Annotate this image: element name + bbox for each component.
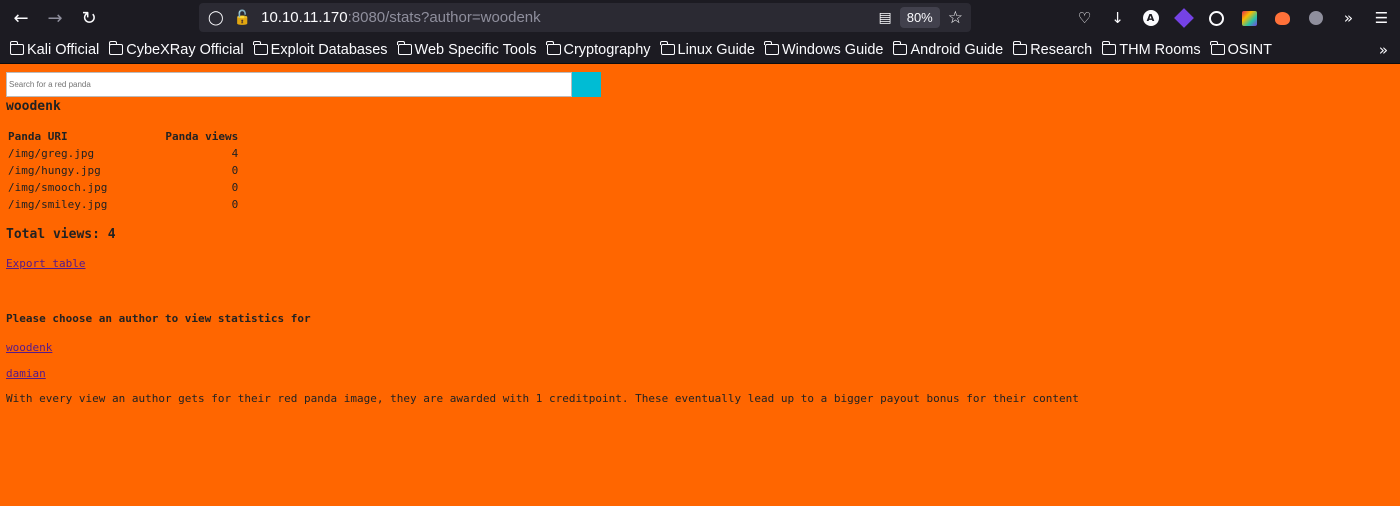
bookmarks-overflow-icon[interactable]: » <box>1379 36 1388 64</box>
bookmark-label: Web Specific Tools <box>414 41 537 58</box>
back-icon[interactable]: ← <box>4 0 38 36</box>
table-row: /img/hungy.jpg 0 <box>6 162 240 179</box>
extension-bug-icon[interactable] <box>1299 0 1332 36</box>
search-form <box>6 72 601 97</box>
bookmark-item[interactable]: OSINT <box>1210 41 1272 58</box>
folder-icon <box>253 41 268 55</box>
bookmark-label: Android Guide <box>910 41 1004 58</box>
table-row: /img/smiley.jpg 0 <box>6 196 240 213</box>
bookmark-label: Research <box>1030 41 1093 58</box>
lock-icon[interactable]: 🔓 <box>234 10 251 26</box>
folder-icon <box>1101 41 1117 55</box>
table-row: /img/smooch.jpg 0 <box>6 179 240 196</box>
overflow-chevron-icon[interactable]: » <box>1332 0 1365 36</box>
foxyproxy-icon[interactable] <box>1266 0 1299 36</box>
stats-table: Panda URI Panda views /img/greg.jpg 4 /i… <box>6 128 240 213</box>
export-table-link[interactable]: Export table <box>6 257 85 270</box>
forward-icon[interactable]: → <box>38 0 72 36</box>
bookmark-item[interactable]: Exploit Databases <box>253 41 388 58</box>
bookmark-item[interactable]: Windows Guide <box>764 41 884 58</box>
search-input[interactable] <box>6 72 572 97</box>
folder-icon <box>660 41 675 55</box>
bookmark-label: CybeXRay Official <box>126 41 244 58</box>
column-header-uri: Panda URI <box>8 130 68 143</box>
panda-uri: /img/smiley.jpg <box>8 198 108 211</box>
bookmark-item[interactable]: Web Specific Tools <box>397 41 537 58</box>
bookmark-item[interactable]: THM Rooms <box>1101 41 1201 58</box>
panda-views: 0 <box>231 181 239 194</box>
author-link-woodenk[interactable]: woodenk <box>6 341 52 354</box>
folder-icon <box>764 41 779 55</box>
url-path: :8080/stats?author=woodenk <box>347 9 541 26</box>
bookmark-item[interactable]: Kali Official <box>9 41 100 58</box>
reload-icon[interactable]: ↻ <box>72 0 106 36</box>
bookmark-item[interactable]: Android Guide <box>892 41 1004 58</box>
url-text[interactable]: 10.10.11.170:8080/stats?author=woodenk <box>261 9 541 26</box>
bookmark-label: THM Rooms <box>1119 41 1201 58</box>
zoom-level[interactable]: 80% <box>899 7 940 28</box>
folder-icon <box>1210 41 1225 55</box>
pocket-icon[interactable]: ♡ <box>1068 0 1101 36</box>
folder-icon <box>546 41 561 55</box>
panda-uri: /img/hungy.jpg <box>8 164 101 177</box>
reader-icon[interactable]: ▤ <box>878 10 891 26</box>
column-header-views: Panda views <box>165 130 239 143</box>
star-icon[interactable]: ☆ <box>948 8 963 28</box>
download-icon[interactable]: ↓ <box>1101 0 1134 36</box>
panda-uri: /img/greg.jpg <box>8 147 95 160</box>
bookmark-label: Exploit Databases <box>270 41 388 58</box>
bookmark-item[interactable]: Research <box>1012 41 1093 58</box>
bookmark-label: Kali Official <box>27 41 100 58</box>
total-views: Total views: 4 <box>6 227 116 242</box>
folder-icon <box>9 41 24 55</box>
panda-views: 0 <box>231 164 239 177</box>
shield-icon[interactable]: ◯ <box>208 10 224 26</box>
bookmarks-bar: Kali Official CybeXRay Official Exploit Da… <box>0 36 1400 64</box>
bookmark-item[interactable]: CybeXRay Official <box>108 41 244 58</box>
choose-author-heading: Please choose an author to view statisti… <box>6 312 311 325</box>
color-extension-icon[interactable] <box>1233 0 1266 36</box>
menu-icon[interactable]: ☰ <box>1365 0 1398 36</box>
bookmark-item[interactable]: Cryptography <box>546 41 651 58</box>
account-icon[interactable]: A <box>1134 0 1167 36</box>
panda-uri: /img/smooch.jpg <box>8 181 108 194</box>
author-heading: woodenk <box>6 99 61 114</box>
folder-icon <box>108 41 124 55</box>
folder-icon <box>892 41 908 55</box>
search-button[interactable] <box>572 72 601 97</box>
extension-purple-icon[interactable] <box>1167 0 1200 36</box>
folder-icon <box>397 41 412 55</box>
table-row: /img/greg.jpg 4 <box>6 145 240 162</box>
browser-toolbar: ← → ↻ ◯ 🔓 10.10.11.170:8080/stats?author… <box>0 0 1400 36</box>
panda-views: 4 <box>231 147 239 160</box>
bookmark-label: Cryptography <box>563 41 651 58</box>
bookmark-label: OSINT <box>1227 41 1272 58</box>
bookmark-item[interactable]: Linux Guide <box>660 41 755 58</box>
folder-icon <box>1012 41 1028 55</box>
panda-views: 0 <box>231 198 239 211</box>
cookie-icon[interactable] <box>1200 0 1233 36</box>
bookmark-label: Windows Guide <box>781 41 884 58</box>
bookmark-label: Linux Guide <box>677 41 755 58</box>
info-text: With every view an author gets for their… <box>6 392 1079 405</box>
url-host: 10.10.11.170 <box>261 9 348 26</box>
address-bar[interactable]: ◯ 🔓 10.10.11.170:8080/stats?author=woode… <box>199 3 971 32</box>
author-link-damian[interactable]: damian <box>6 367 46 380</box>
